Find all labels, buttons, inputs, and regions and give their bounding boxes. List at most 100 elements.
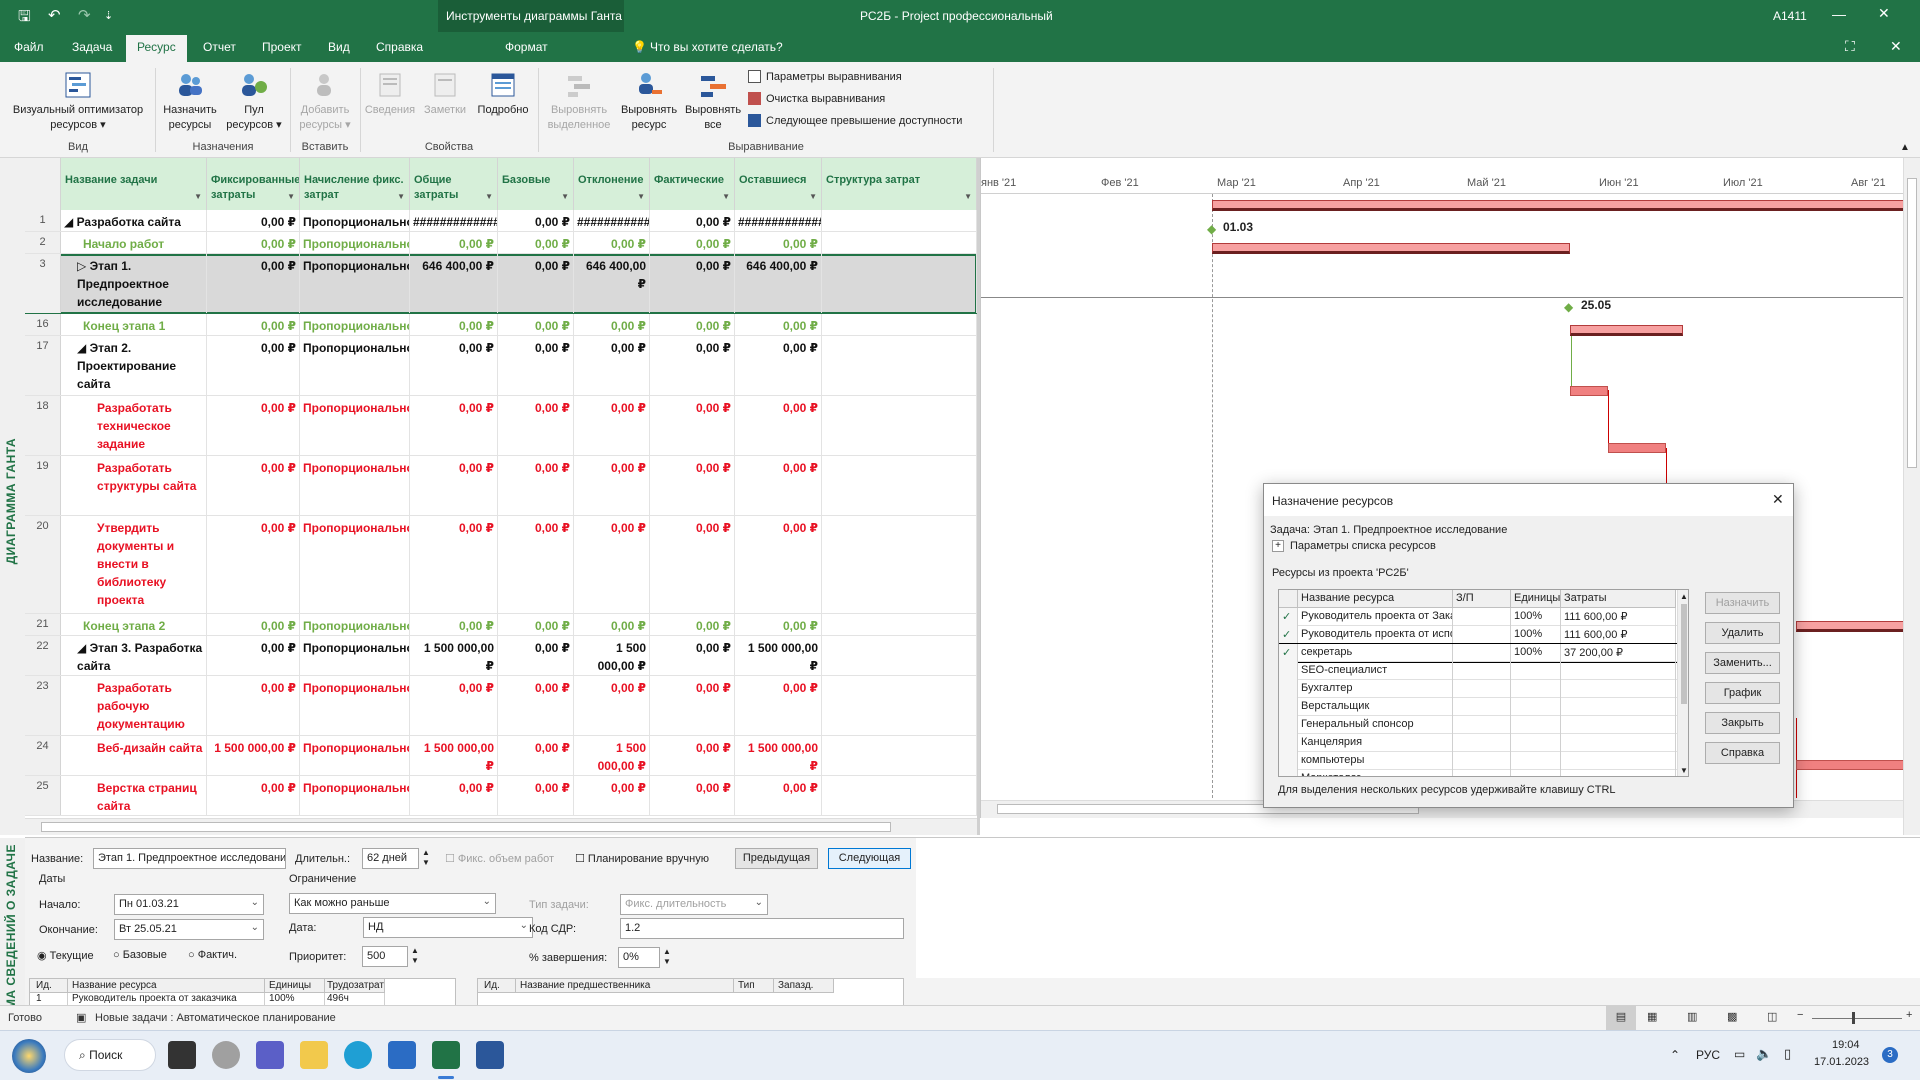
resource-row[interactable]: ✓Руководитель проекта от Заказчика 100%11… <box>1279 608 1688 626</box>
table-row[interactable]: 18 Разработать техническое задание 0,00 ₽ П… <box>25 396 977 456</box>
resource-name-cell[interactable]: SEO-специалист <box>1298 662 1453 680</box>
chevron-down-icon[interactable]: ⌄ <box>755 897 763 908</box>
resource-zp-cell[interactable] <box>1453 608 1511 626</box>
table-row[interactable]: 22 ◢ Этап 3. Разработка сайта 0,00 ₽ Пропор… <box>25 636 977 676</box>
level-resource-button[interactable]: Выровнять ресурс <box>617 70 681 133</box>
resource-units-cell[interactable] <box>1511 662 1561 680</box>
resource-units-cell[interactable] <box>1511 698 1561 716</box>
task-view-icon[interactable] <box>168 1041 196 1069</box>
resource-units-cell[interactable]: 100% <box>1511 608 1561 626</box>
actual-radio[interactable]: ○ Фактич. <box>188 949 237 961</box>
assign-button[interactable]: Назначить <box>1705 592 1780 614</box>
cell-remain[interactable]: 0,00 ₽ <box>735 776 822 815</box>
cell-base[interactable]: 0,00 ₽ <box>498 396 574 455</box>
tray-chevron-up-icon[interactable]: ⌃ <box>1670 1048 1680 1062</box>
browser-icon[interactable] <box>212 1041 240 1069</box>
finish-date-input[interactable]: Вт 25.05.21 ⌄ <box>114 919 264 940</box>
cell-remain[interactable]: 0,00 ₽ <box>735 516 822 613</box>
resource-name-cell[interactable]: секретарь <box>1298 644 1453 662</box>
cell-name[interactable]: Конец этапа 1 <box>61 314 207 335</box>
new-tasks-mode[interactable]: Новые задачи : Автоматическое планирован… <box>95 1012 336 1024</box>
baseline-radio[interactable]: ○ Базовые <box>113 949 167 961</box>
resource-name-cell[interactable]: Канцелярия <box>1298 734 1453 752</box>
row-number[interactable]: 1 <box>25 210 61 231</box>
user-name[interactable]: A1411 <box>1773 9 1807 23</box>
chevron-down-icon[interactable]: ▼ <box>964 189 972 204</box>
cell-fixed[interactable]: 0,00 ₽ <box>207 614 300 635</box>
cell-remain[interactable]: 646 400,00 ₽ <box>735 254 822 313</box>
cell-cost-structure[interactable] <box>822 210 977 231</box>
cell-dev[interactable]: 0,00 ₽ <box>574 336 650 395</box>
project-app-icon[interactable] <box>432 1041 460 1069</box>
cell-cost-structure[interactable] <box>822 456 977 515</box>
task-usage-icon[interactable]: ▦ <box>1647 1010 1657 1023</box>
zoom-thumb[interactable] <box>1852 1012 1855 1024</box>
cell-remain[interactable]: 0,00 ₽ <box>735 396 822 455</box>
resource-units-cell[interactable]: 100% <box>1511 626 1561 644</box>
details-button[interactable]: Подробно <box>473 70 533 118</box>
resource-zp-cell[interactable] <box>1453 626 1511 644</box>
cell-total[interactable]: 0,00 ₽ <box>410 232 498 253</box>
close-icon[interactable]: ✕ <box>1772 491 1784 508</box>
tab-task[interactable]: Задача <box>72 40 112 54</box>
cell-dev[interactable]: 0,00 ₽ <box>574 232 650 253</box>
replace-button[interactable]: Заменить... <box>1705 652 1780 674</box>
cell-base[interactable]: 0,00 ₽ <box>498 336 574 395</box>
table-row[interactable]: 20 Утвердить документы и внести в библиот… <box>25 516 977 614</box>
graph-button[interactable]: График <box>1705 682 1780 704</box>
row-number[interactable]: 25 <box>25 776 61 815</box>
table-row[interactable]: 23 Разработать рабочую документацию 0,00 ₽… <box>25 676 977 736</box>
cell-name[interactable]: Верстка страниц сайта <box>61 776 207 815</box>
tab-view[interactable]: Вид <box>328 40 350 54</box>
col-actual[interactable]: Фактические ▼ <box>650 158 735 210</box>
cell-dev[interactable]: 0,00 ₽ <box>574 396 650 455</box>
chevron-down-icon[interactable]: ▼ <box>809 189 817 204</box>
resource-check-cell[interactable]: ✓ <box>1279 644 1298 662</box>
task-bar[interactable] <box>1570 386 1608 396</box>
cell-base[interactable]: 0,00 ₽ <box>498 636 574 675</box>
cell-remain[interactable]: ############## <box>735 210 822 231</box>
chevron-down-icon[interactable]: ▼ <box>561 189 569 204</box>
cell-fixed[interactable]: 0,00 ₽ <box>207 516 300 613</box>
resource-check-cell[interactable]: ✓ <box>1279 608 1298 626</box>
milestone-diamond-icon[interactable]: ◆ <box>1564 300 1573 314</box>
scroll-thumb[interactable] <box>1681 604 1687 704</box>
cell-actual[interactable]: 0,00 ₽ <box>650 776 735 815</box>
notification-badge[interactable]: 3 <box>1882 1047 1898 1063</box>
cell-total[interactable]: 0,00 ₽ <box>410 314 498 335</box>
table-row[interactable]: 19 Разработать структуры сайта 0,00 ₽ Пропо… <box>25 456 977 516</box>
priority-spinner-icon[interactable]: ▲ ▼ <box>411 946 419 966</box>
resource-row[interactable]: SEO-специалист <box>1279 662 1688 680</box>
zoom-in-icon[interactable]: + <box>1906 1009 1912 1021</box>
start-date-input[interactable]: Пн 01.03.21 ⌄ <box>114 894 264 915</box>
chevron-down-icon[interactable]: ⌄ <box>520 920 528 931</box>
cell-accrual[interactable]: Пропорциональное <box>300 516 410 613</box>
cell-total[interactable]: 1 500 000,00 ₽ <box>410 736 498 775</box>
resource-row[interactable]: Маркетолог <box>1279 770 1688 776</box>
dialog-scrollbar[interactable]: ▲ ▼ <box>1677 590 1688 776</box>
cell-base[interactable]: 0,00 ₽ <box>498 254 574 313</box>
resource-units-cell[interactable] <box>1511 734 1561 752</box>
resource-cost-cell[interactable]: 111 600,00 ₽ <box>1561 608 1676 626</box>
cell-remain[interactable]: 1 500 000,00 ₽ <box>735 736 822 775</box>
level-all-button[interactable]: Выровнять все <box>681 70 745 133</box>
col-cost-structure[interactable]: Структура затрат ▼ <box>822 158 977 210</box>
cell-dev[interactable]: 0,00 ₽ <box>574 776 650 815</box>
resource-units-cell[interactable] <box>1511 770 1561 776</box>
clear-leveling-button[interactable]: Очистка выравнивания <box>748 92 885 105</box>
phase2-summary-bar[interactable] <box>1570 325 1683 336</box>
tab-report[interactable]: Отчет <box>203 40 236 54</box>
resource-zp-cell[interactable] <box>1453 716 1511 734</box>
cell-accrual[interactable]: Пропорциональное <box>300 314 410 335</box>
help-button[interactable]: Справка <box>1705 742 1780 764</box>
cell-cost-structure[interactable] <box>822 336 977 395</box>
cell-fixed[interactable]: 0,00 ₽ <box>207 336 300 395</box>
resource-cost-cell[interactable] <box>1561 716 1676 734</box>
scroll-thumb[interactable] <box>41 822 891 832</box>
cell-actual[interactable]: 0,00 ₽ <box>650 516 735 613</box>
clock-date[interactable]: 17.01.2023 <box>1814 1056 1869 1068</box>
list-options-label[interactable]: Параметры списка ресурсов <box>1290 540 1436 552</box>
cell-total[interactable]: 646 400,00 ₽ <box>410 254 498 313</box>
current-radio[interactable]: ◉ Текущие <box>37 949 94 962</box>
resource-zp-cell[interactable] <box>1453 680 1511 698</box>
